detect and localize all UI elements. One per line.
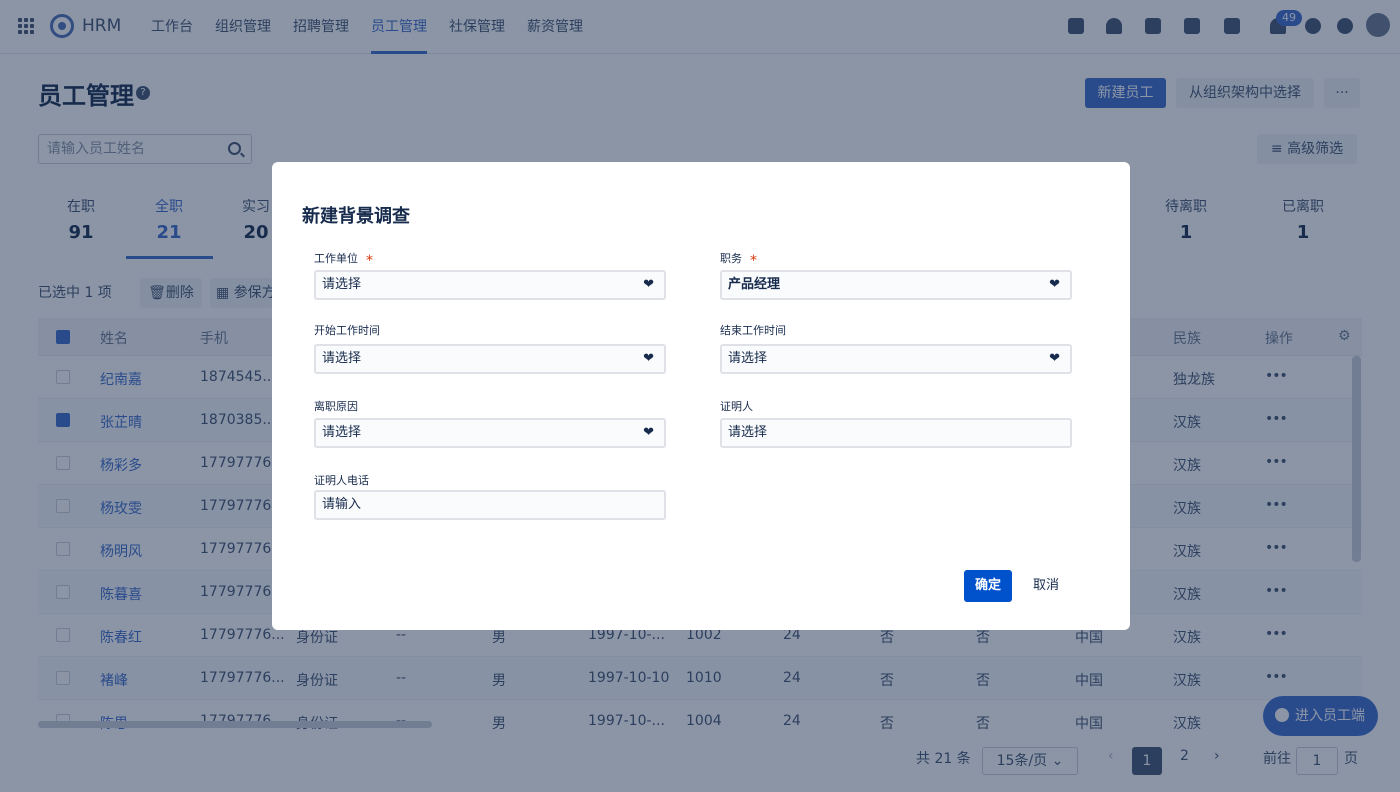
chevron-down-icon: ❤: [1049, 277, 1060, 292]
position-select[interactable]: 产品经理 ❤: [720, 270, 1072, 300]
required-mark: *: [750, 253, 757, 269]
modal-title: 新建背景调查: [302, 206, 410, 227]
field-label-position: 职务 *: [720, 252, 757, 269]
field-label-start-time: 开始工作时间: [314, 324, 380, 337]
chevron-down-icon: ❤: [643, 351, 654, 366]
end-time-value: 请选择: [728, 351, 768, 366]
field-label-company: 工作单位 *: [314, 252, 373, 269]
position-value: 产品经理: [728, 277, 781, 292]
chevron-down-icon: ❤: [1049, 351, 1060, 366]
required-mark: *: [366, 253, 373, 269]
start-time-value: 请选择: [322, 351, 362, 366]
chevron-down-icon: ❤: [643, 425, 654, 440]
witness-value: 请选择: [728, 425, 768, 440]
company-value: 请选择: [322, 277, 362, 292]
chevron-down-icon: ❤: [643, 277, 654, 292]
witness-phone-input[interactable]: 请输入: [314, 490, 666, 520]
confirm-button[interactable]: 确定: [964, 570, 1012, 602]
company-select[interactable]: 请选择 ❤: [314, 270, 666, 300]
field-label-end-time: 结束工作时间: [720, 324, 786, 337]
cancel-button[interactable]: 取消: [1028, 570, 1064, 602]
field-label-witness: 证明人: [720, 400, 753, 413]
witness-phone-placeholder: 请输入: [322, 497, 362, 512]
background-check-modal: 新建背景调查 工作单位 * 请选择 ❤ 职务 * 产品经理 ❤ 开始工作时间 请选择 ❤ …: [272, 162, 1130, 630]
witness-input[interactable]: 请选择: [720, 418, 1072, 448]
leave-reason-select[interactable]: 请选择 ❤: [314, 418, 666, 448]
start-time-select[interactable]: 请选择 ❤: [314, 344, 666, 374]
leave-reason-value: 请选择: [322, 425, 362, 440]
field-label-leave-reason: 离职原因: [314, 400, 358, 413]
field-label-witness-phone: 证明人电话: [314, 474, 369, 487]
end-time-select[interactable]: 请选择 ❤: [720, 344, 1072, 374]
